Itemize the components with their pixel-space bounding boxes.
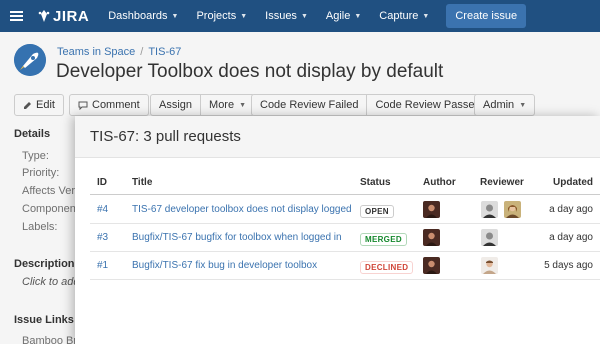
edit-button[interactable]: Edit: [14, 94, 64, 116]
assign-more-group: Assign More ▼: [150, 94, 256, 116]
top-nav-bar: JIRA Dashboards ▼ Projects ▼ Issues ▼ Agile…: [0, 0, 600, 32]
column-header-title: Title: [132, 177, 153, 188]
reviewer-avatar[interactable]: [504, 201, 521, 218]
pr-title-link[interactable]: Bugfix/TIS-67 fix bug in developer toolb…: [132, 260, 317, 271]
nav-dashboards[interactable]: Dashboards ▼: [108, 10, 178, 22]
code-review-passed-button[interactable]: Code Review Passed: [366, 94, 490, 116]
logo-text: JIRA: [53, 7, 90, 25]
nav-agile-label: Agile: [325, 10, 351, 22]
status-badge: DECLINED: [360, 261, 414, 274]
edit-button-label: Edit: [36, 99, 55, 111]
comment-button[interactable]: Comment: [69, 94, 149, 116]
nav-capture-label: Capture: [379, 10, 419, 22]
breadcrumb-issue-link[interactable]: TIS-67: [148, 46, 181, 58]
person-icon: [423, 257, 440, 274]
speech-bubble-icon: [78, 101, 88, 110]
field-label-affects-versions: Affects Vers: [22, 185, 81, 197]
breadcrumb-separator: /: [140, 46, 144, 58]
project-avatar[interactable]: [14, 44, 46, 76]
nav-projects-label: Projects: [196, 10, 237, 22]
status-badge: MERGED: [360, 233, 407, 246]
chevron-down-icon: ▼: [239, 101, 247, 109]
breadcrumb-project-link[interactable]: Teams in Space: [57, 46, 135, 58]
table-header-divider: [90, 194, 600, 195]
field-label-labels: Labels:: [22, 221, 58, 233]
pr-id-link[interactable]: #4: [97, 204, 108, 215]
pencil-icon: [24, 101, 31, 109]
field-label-priority: Priority:: [22, 167, 60, 179]
admin-group: Admin ▼: [474, 94, 536, 116]
admin-button-label: Admin: [483, 99, 515, 111]
assign-button[interactable]: Assign: [150, 94, 202, 116]
pr-id-link[interactable]: #1: [97, 260, 108, 271]
column-header-reviewer: Reviewer: [480, 177, 524, 188]
column-header-status: Status: [360, 177, 391, 188]
nav-dashboards-label: Dashboards: [108, 10, 168, 22]
chevron-down-icon: ▼: [422, 12, 430, 20]
pr-title-link[interactable]: TIS-67 developer toolbox does not displa…: [132, 204, 352, 215]
pr-updated: 5 days ago: [544, 260, 593, 271]
person-icon: [504, 201, 521, 218]
person-icon: [481, 201, 498, 218]
reviewer-avatar[interactable]: [481, 201, 498, 218]
person-icon: [423, 229, 440, 246]
author-avatar[interactable]: [423, 229, 440, 246]
chevron-down-icon: ▼: [519, 101, 527, 109]
column-header-author: Author: [423, 177, 456, 188]
pr-updated: a day ago: [549, 232, 593, 243]
person-icon: [423, 201, 440, 218]
person-icon: [481, 229, 498, 246]
comment-group: Comment: [69, 94, 149, 116]
chevron-down-icon: ▼: [354, 12, 362, 20]
chevron-down-icon: ▼: [171, 12, 179, 20]
nav-issues-label: Issues: [265, 10, 297, 22]
issue-link-item[interactable]: Bamboo Bra: [22, 335, 83, 344]
field-label-components: Componen: [22, 203, 76, 215]
nav-issues[interactable]: Issues ▼: [265, 10, 308, 22]
rocket-icon: [14, 44, 46, 76]
chevron-down-icon: ▼: [300, 12, 308, 20]
author-avatar[interactable]: [423, 201, 440, 218]
row-divider: [90, 279, 600, 280]
column-header-updated: Updated: [553, 177, 593, 188]
breadcrumb: Teams in Space / TIS-67: [57, 46, 181, 58]
more-button-label: More: [209, 99, 235, 111]
create-issue-button[interactable]: Create issue: [446, 4, 527, 28]
admin-button[interactable]: Admin ▼: [474, 94, 536, 116]
column-header-id: ID: [97, 177, 107, 188]
jira-logo-icon: [38, 10, 50, 22]
nav-capture[interactable]: Capture ▼: [379, 10, 429, 22]
reviewer-avatar[interactable]: [481, 257, 498, 274]
nav-agile[interactable]: Agile ▼: [326, 10, 361, 22]
dialog-title: TIS-67: 3 pull requests: [90, 128, 241, 145]
jira-logo[interactable]: JIRA: [38, 8, 89, 25]
row-divider: [90, 223, 600, 224]
pr-id-link[interactable]: #3: [97, 232, 108, 243]
status-badge: OPEN: [360, 205, 394, 218]
comment-button-label: Comment: [92, 99, 140, 111]
description-placeholder[interactable]: Click to add: [22, 276, 79, 288]
issue-links-heading[interactable]: Issue Links: [14, 314, 74, 326]
nav-projects[interactable]: Projects ▼: [196, 10, 247, 22]
more-button[interactable]: More ▼: [200, 94, 256, 116]
edit-comment-group: Edit: [14, 94, 64, 116]
reviewer-avatar[interactable]: [481, 229, 498, 246]
field-label-type: Type:: [22, 150, 49, 162]
pr-updated: a day ago: [549, 204, 593, 215]
pull-requests-dialog: TIS-67: 3 pull requests: [75, 116, 600, 344]
pr-title-link[interactable]: Bugfix/TIS-67 bugfix for toolbox when lo…: [132, 232, 342, 243]
app-switcher-menu-icon[interactable]: [0, 0, 32, 32]
chevron-down-icon: ▼: [240, 12, 248, 20]
row-divider: [90, 251, 600, 252]
dialog-header: TIS-67: 3 pull requests: [75, 116, 600, 158]
code-review-failed-button[interactable]: Code Review Failed: [251, 94, 368, 116]
workflow-group: Code Review Failed Code Review Passed: [251, 94, 490, 116]
description-heading[interactable]: Description: [14, 258, 75, 270]
person-icon: [481, 257, 498, 274]
page-title[interactable]: Developer Toolbox does not display by de…: [56, 61, 443, 83]
details-heading[interactable]: Details: [14, 128, 50, 140]
author-avatar[interactable]: [423, 257, 440, 274]
